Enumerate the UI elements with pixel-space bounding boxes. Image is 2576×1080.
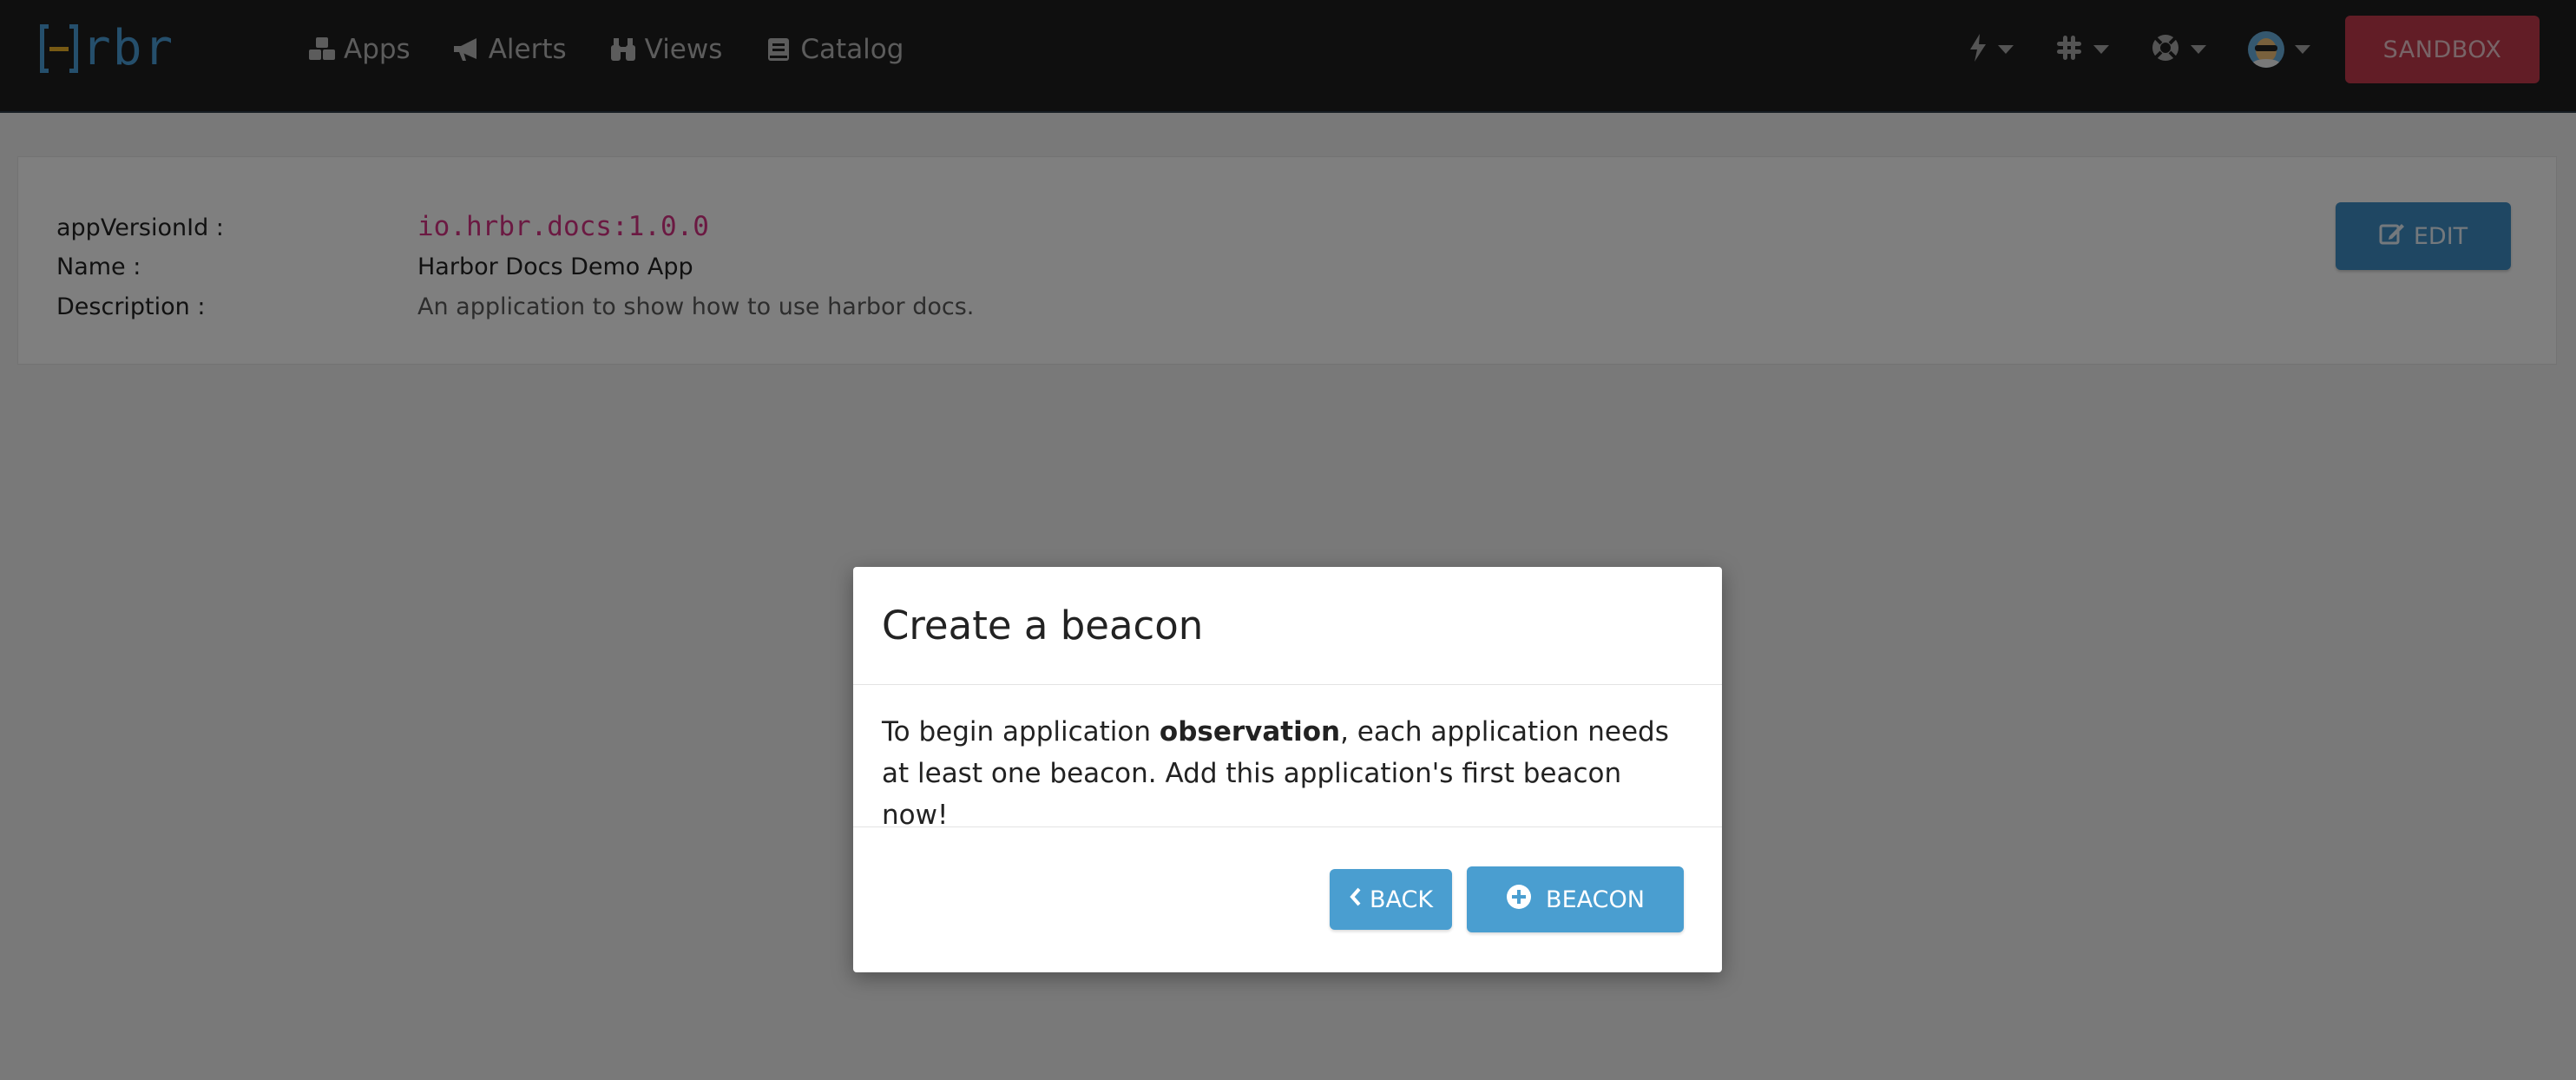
modal-title: Create a beacon [882,603,1204,649]
modal-footer: BACK BEACON [853,827,1722,972]
modal-body-text: To begin application [882,716,1160,747]
modal-body-emphasis: observation [1159,716,1341,747]
modal-body: To begin application observation, each a… [853,685,1722,831]
add-beacon-button[interactable]: BEACON [1467,866,1684,932]
back-button[interactable]: BACK [1330,869,1452,930]
create-beacon-modal: Create a beacon To begin application obs… [853,567,1722,972]
chevron-left-icon [1349,886,1363,913]
plus-circle-icon [1506,884,1532,916]
back-label: BACK [1369,886,1434,913]
modal-header: Create a beacon [853,567,1722,685]
beacon-label: BEACON [1546,886,1645,913]
